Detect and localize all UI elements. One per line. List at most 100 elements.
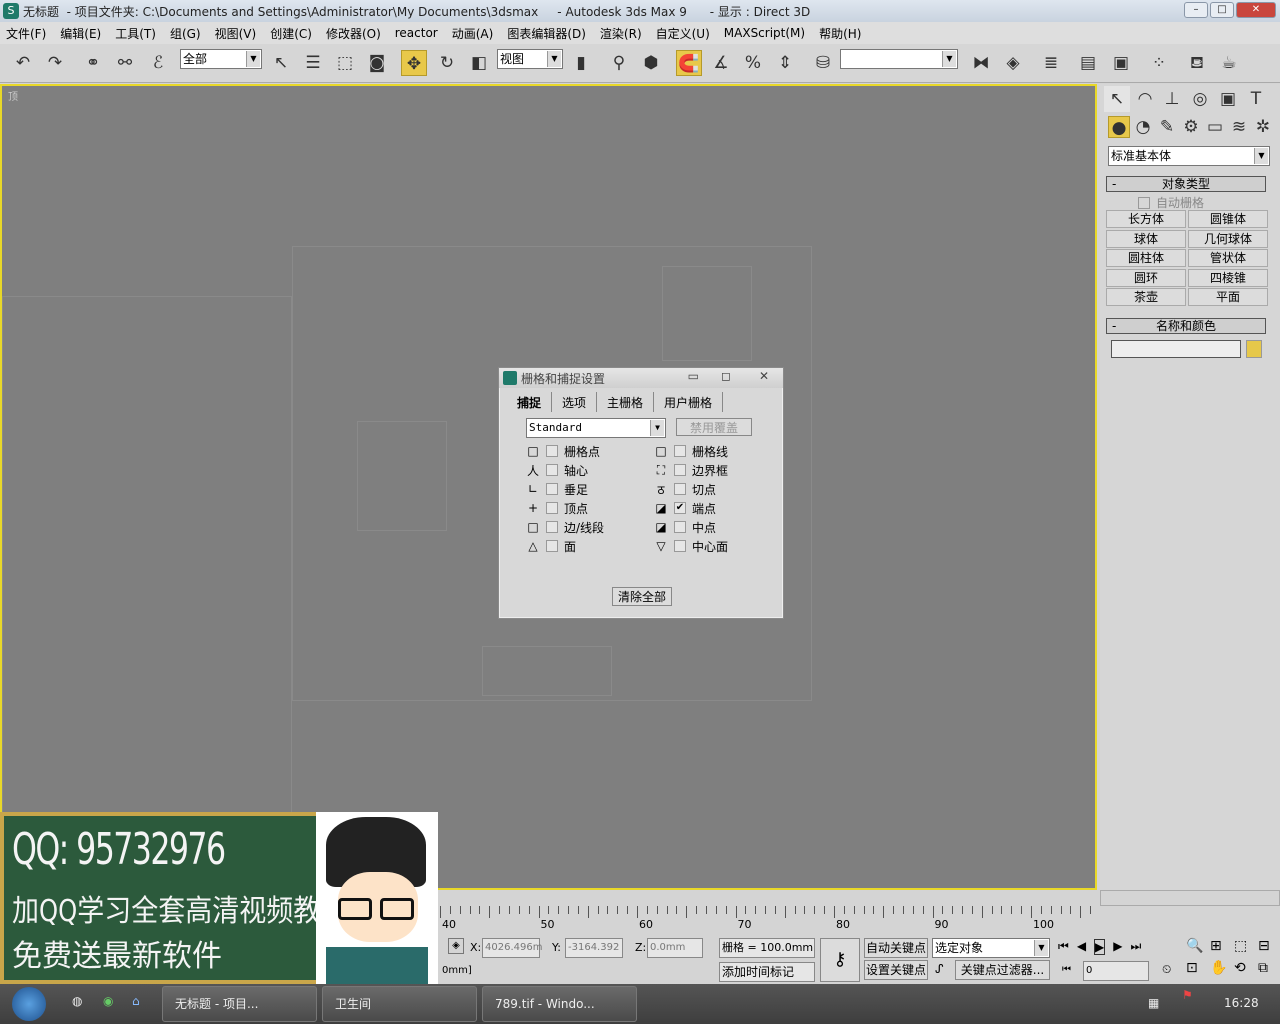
- named-selection-dropdown[interactable]: ▼: [840, 49, 958, 69]
- menu-item[interactable]: 文件(F): [6, 25, 46, 42]
- snap-option-row[interactable]: △ 面: [526, 537, 576, 555]
- menu-item[interactable]: 创建(C): [270, 25, 312, 42]
- geometry-icon[interactable]: ●: [1108, 116, 1130, 138]
- dialog-tab[interactable]: 用户栅格: [654, 392, 724, 412]
- key-tangent-icon[interactable]: ᔑ: [935, 962, 944, 976]
- arc-rotate-icon[interactable]: ⟲: [1234, 960, 1258, 976]
- move-icon[interactable]: ✥: [401, 50, 427, 76]
- menu-item[interactable]: 自定义(U): [656, 25, 710, 42]
- zoom-icon[interactable]: 🔍: [1186, 938, 1210, 954]
- timeline-ruler[interactable]: 40 50 60 70 80 90 100: [440, 906, 1095, 932]
- object-type-button[interactable]: 圆锥体: [1188, 210, 1268, 228]
- quick-render-icon[interactable]: ☕: [1216, 50, 1242, 76]
- object-type-button[interactable]: 圆柱体: [1106, 249, 1186, 267]
- snap-checkbox[interactable]: [546, 464, 558, 476]
- menu-item[interactable]: 修改器(O): [326, 25, 381, 42]
- override-off-button[interactable]: 禁用覆盖: [676, 418, 752, 436]
- bind-spacewarp-icon[interactable]: ℰ: [145, 50, 171, 76]
- snap-option-row[interactable]: + 顶点: [526, 499, 588, 517]
- window-crossing-icon[interactable]: ◙: [364, 50, 390, 76]
- snap-checkbox[interactable]: [546, 445, 558, 457]
- curve-editor-icon[interactable]: ▤: [1075, 50, 1101, 76]
- utilities-tab-icon[interactable]: T: [1243, 86, 1269, 112]
- minimize-icon[interactable]: ▭: [688, 369, 699, 383]
- object-type-button[interactable]: 几何球体: [1188, 229, 1268, 248]
- menu-item[interactable]: 动画(A): [452, 25, 494, 42]
- snap-option-row[interactable]: ▽ 中心面: [654, 537, 728, 555]
- redo-icon[interactable]: ↷: [42, 50, 68, 76]
- spacewarps-icon[interactable]: ≋: [1228, 116, 1250, 138]
- add-time-tag-button[interactable]: 添加时间标记: [719, 962, 815, 982]
- quicklaunch-icon-1[interactable]: ◍: [72, 994, 82, 1008]
- snap-checkbox[interactable]: [674, 445, 686, 457]
- snap-checkbox[interactable]: [674, 464, 686, 476]
- mirror-icon[interactable]: ⧓: [968, 50, 994, 76]
- start-button[interactable]: [12, 987, 46, 1021]
- unlink-icon[interactable]: ⚯: [112, 50, 138, 76]
- dialog-tab[interactable]: 主栅格: [597, 392, 655, 412]
- close-button[interactable]: ✕: [1236, 2, 1276, 18]
- snap-toggle-icon[interactable]: 🧲: [676, 50, 702, 76]
- percent-snap-icon[interactable]: %: [740, 50, 766, 76]
- snap-option-row[interactable]: □ 栅格线: [654, 442, 728, 460]
- auto-key-button[interactable]: 自动关键点: [864, 938, 928, 958]
- maximize-icon[interactable]: ◻: [721, 369, 731, 383]
- z-coordinate-field[interactable]: 0.0mm: [647, 938, 703, 958]
- pan-icon[interactable]: ✋: [1210, 960, 1234, 976]
- object-type-button[interactable]: 四棱锥: [1188, 268, 1268, 287]
- object-type-button[interactable]: 茶壶: [1106, 288, 1186, 306]
- key-selection-dropdown[interactable]: 选定对象 ▼: [932, 938, 1050, 958]
- 3dsmax-app-icon[interactable]: S: [3, 3, 19, 19]
- object-color-swatch[interactable]: [1246, 340, 1262, 358]
- keyboard-shortcut-icon[interactable]: ⬢: [638, 50, 664, 76]
- schematic-view-icon[interactable]: ▣: [1108, 50, 1134, 76]
- material-editor-icon[interactable]: ⁘: [1146, 50, 1172, 76]
- create-tab-icon[interactable]: ↖: [1104, 86, 1130, 112]
- set-key-button[interactable]: 设置关键点: [864, 960, 928, 980]
- maximize-viewport-icon[interactable]: ⧉: [1258, 960, 1280, 976]
- menu-item[interactable]: MAXScript(M): [724, 26, 805, 40]
- snap-option-row[interactable]: ◪ ✔ 端点: [654, 499, 716, 517]
- snap-checkbox[interactable]: [674, 540, 686, 552]
- object-type-button[interactable]: 球体: [1106, 229, 1186, 248]
- select-manipulate-icon[interactable]: ⚲: [606, 50, 632, 76]
- zoom-all-icon[interactable]: ⊞: [1210, 938, 1234, 954]
- menu-item[interactable]: 视图(V): [215, 25, 257, 42]
- object-type-button[interactable]: 长方体: [1106, 210, 1186, 228]
- snap-option-row[interactable]: ∟ 垂足: [526, 480, 588, 498]
- key-filters-button[interactable]: 关键点过滤器...: [955, 960, 1050, 980]
- next-frame-icon[interactable]: ▶: [1113, 939, 1122, 955]
- keyboard-tray-icon[interactable]: ▦: [1148, 996, 1159, 1010]
- systems-icon[interactable]: ✲: [1252, 116, 1274, 138]
- align-icon[interactable]: ◈: [1000, 50, 1026, 76]
- autogrid-checkbox[interactable]: 自动栅格: [1138, 194, 1204, 211]
- name-color-rollout[interactable]: - 名称和颜色: [1106, 318, 1266, 334]
- snap-checkbox[interactable]: [546, 502, 558, 514]
- tray-icons[interactable]: ⚑: [1182, 988, 1193, 1002]
- lock-selection-icon[interactable]: ◈: [448, 938, 464, 954]
- taskbar-button[interactable]: 无标题 - 项目...: [162, 986, 317, 1022]
- select-object-icon[interactable]: ↖: [268, 50, 294, 76]
- helpers-icon[interactable]: ▭: [1204, 116, 1226, 138]
- key-mode-toggle-icon[interactable]: ⏮: [1062, 964, 1071, 975]
- menu-item[interactable]: 帮助(H): [819, 25, 861, 42]
- go-to-end-icon[interactable]: ⏭: [1131, 939, 1142, 955]
- dialog-tab[interactable]: 捕捉: [507, 392, 553, 412]
- zoom-extents-all-icon[interactable]: ⊟: [1258, 938, 1280, 954]
- spinner-snap-icon[interactable]: ⇕: [772, 50, 798, 76]
- angle-snap-icon[interactable]: ∡: [708, 50, 734, 76]
- close-icon[interactable]: ✕: [759, 369, 769, 383]
- rect-selection-icon[interactable]: ⬚: [332, 50, 358, 76]
- object-type-button[interactable]: 管状体: [1188, 249, 1268, 267]
- lights-icon[interactable]: ✎: [1156, 116, 1178, 138]
- dialog-tab[interactable]: 选项: [552, 392, 598, 412]
- object-name-input[interactable]: [1111, 340, 1241, 358]
- rotate-icon[interactable]: ↻: [434, 50, 460, 76]
- render-scene-icon[interactable]: ⛾: [1184, 50, 1210, 76]
- snap-option-row[interactable]: ठ 切点: [654, 480, 717, 498]
- snap-checkbox[interactable]: ✔: [674, 502, 686, 514]
- previous-frame-icon[interactable]: ◀: [1077, 939, 1086, 955]
- snap-option-row[interactable]: 人 轴心: [526, 461, 588, 479]
- minimize-button[interactable]: –: [1184, 2, 1208, 18]
- taskbar-button[interactable]: 卫生间: [322, 986, 477, 1022]
